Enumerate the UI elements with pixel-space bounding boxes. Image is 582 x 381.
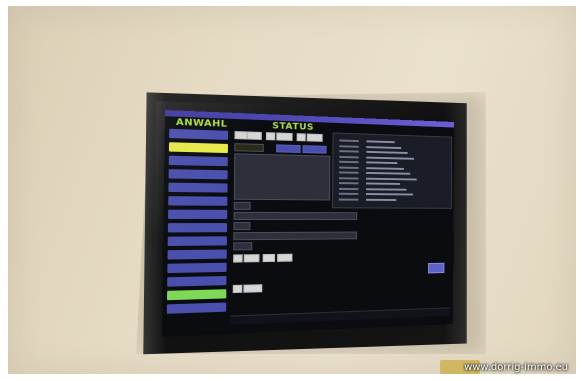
log-panel <box>331 132 453 209</box>
status-field <box>233 201 251 210</box>
clock-icon[interactable] <box>428 262 445 274</box>
log-entry-time <box>338 192 359 195</box>
status-button[interactable] <box>302 145 327 154</box>
log-entry-time <box>339 160 359 164</box>
status-field <box>306 133 323 142</box>
menu-button[interactable] <box>168 155 228 167</box>
menu-button[interactable] <box>167 249 227 260</box>
log-entry-time <box>339 176 359 180</box>
status-field <box>262 253 276 263</box>
menu-button[interactable] <box>168 196 228 206</box>
status-field <box>265 132 276 141</box>
log-entry-text <box>366 145 402 149</box>
status-field <box>233 242 253 251</box>
status-field <box>276 132 293 141</box>
menu-button[interactable] <box>167 275 227 287</box>
status-panel-box <box>233 153 331 201</box>
status-field <box>233 221 251 231</box>
status-field <box>243 284 263 293</box>
menu-button[interactable] <box>166 289 227 301</box>
status-field <box>247 131 262 140</box>
status-field-wide <box>233 211 358 220</box>
log-entry-time <box>338 187 359 190</box>
menu-button[interactable] <box>169 128 229 140</box>
log-entry-text <box>366 171 411 175</box>
menu-button[interactable] <box>167 262 227 274</box>
log-entry-time <box>339 182 359 185</box>
control-panel-screen: ANWAHL STATUS <box>161 110 455 337</box>
log-entry-text <box>366 182 401 185</box>
log-entry-time <box>339 144 359 148</box>
menu-button[interactable] <box>168 169 228 180</box>
log-entry-text <box>366 193 413 196</box>
status-field <box>277 253 293 262</box>
log-entry-text <box>366 140 395 144</box>
log-entry-time <box>339 171 359 174</box>
log-entry-time <box>339 139 359 143</box>
menu-button[interactable] <box>168 209 228 219</box>
status-field-wide <box>233 231 358 241</box>
menu-button[interactable] <box>167 236 227 247</box>
menu-button[interactable] <box>168 142 229 154</box>
status-heading: STATUS <box>272 121 314 133</box>
date-time-bar <box>230 307 450 325</box>
status-field <box>243 254 260 263</box>
menu-button[interactable] <box>166 302 227 314</box>
log-entry-text <box>366 177 417 180</box>
watermark-text: www.dorrig-immo.eu <box>464 362 568 373</box>
status-field <box>233 254 243 263</box>
status-field <box>232 284 243 294</box>
menu-button[interactable] <box>168 182 228 193</box>
status-label-yellow <box>234 143 264 152</box>
log-entry-text <box>366 150 408 154</box>
log-entry-text <box>365 198 397 201</box>
log-entry-time <box>338 198 359 201</box>
log-entry-time <box>339 166 359 169</box>
log-entry-text <box>366 156 415 160</box>
log-entry-text <box>366 187 407 191</box>
status-field <box>296 133 306 142</box>
log-entry-text <box>366 161 398 165</box>
log-entry-time <box>339 150 359 153</box>
status-field <box>234 131 248 140</box>
menu-heading: ANWAHL <box>175 117 228 130</box>
log-entry-time <box>339 155 359 158</box>
log-entry-text <box>366 166 404 170</box>
status-button[interactable] <box>276 144 301 153</box>
menu-button[interactable] <box>167 223 228 233</box>
